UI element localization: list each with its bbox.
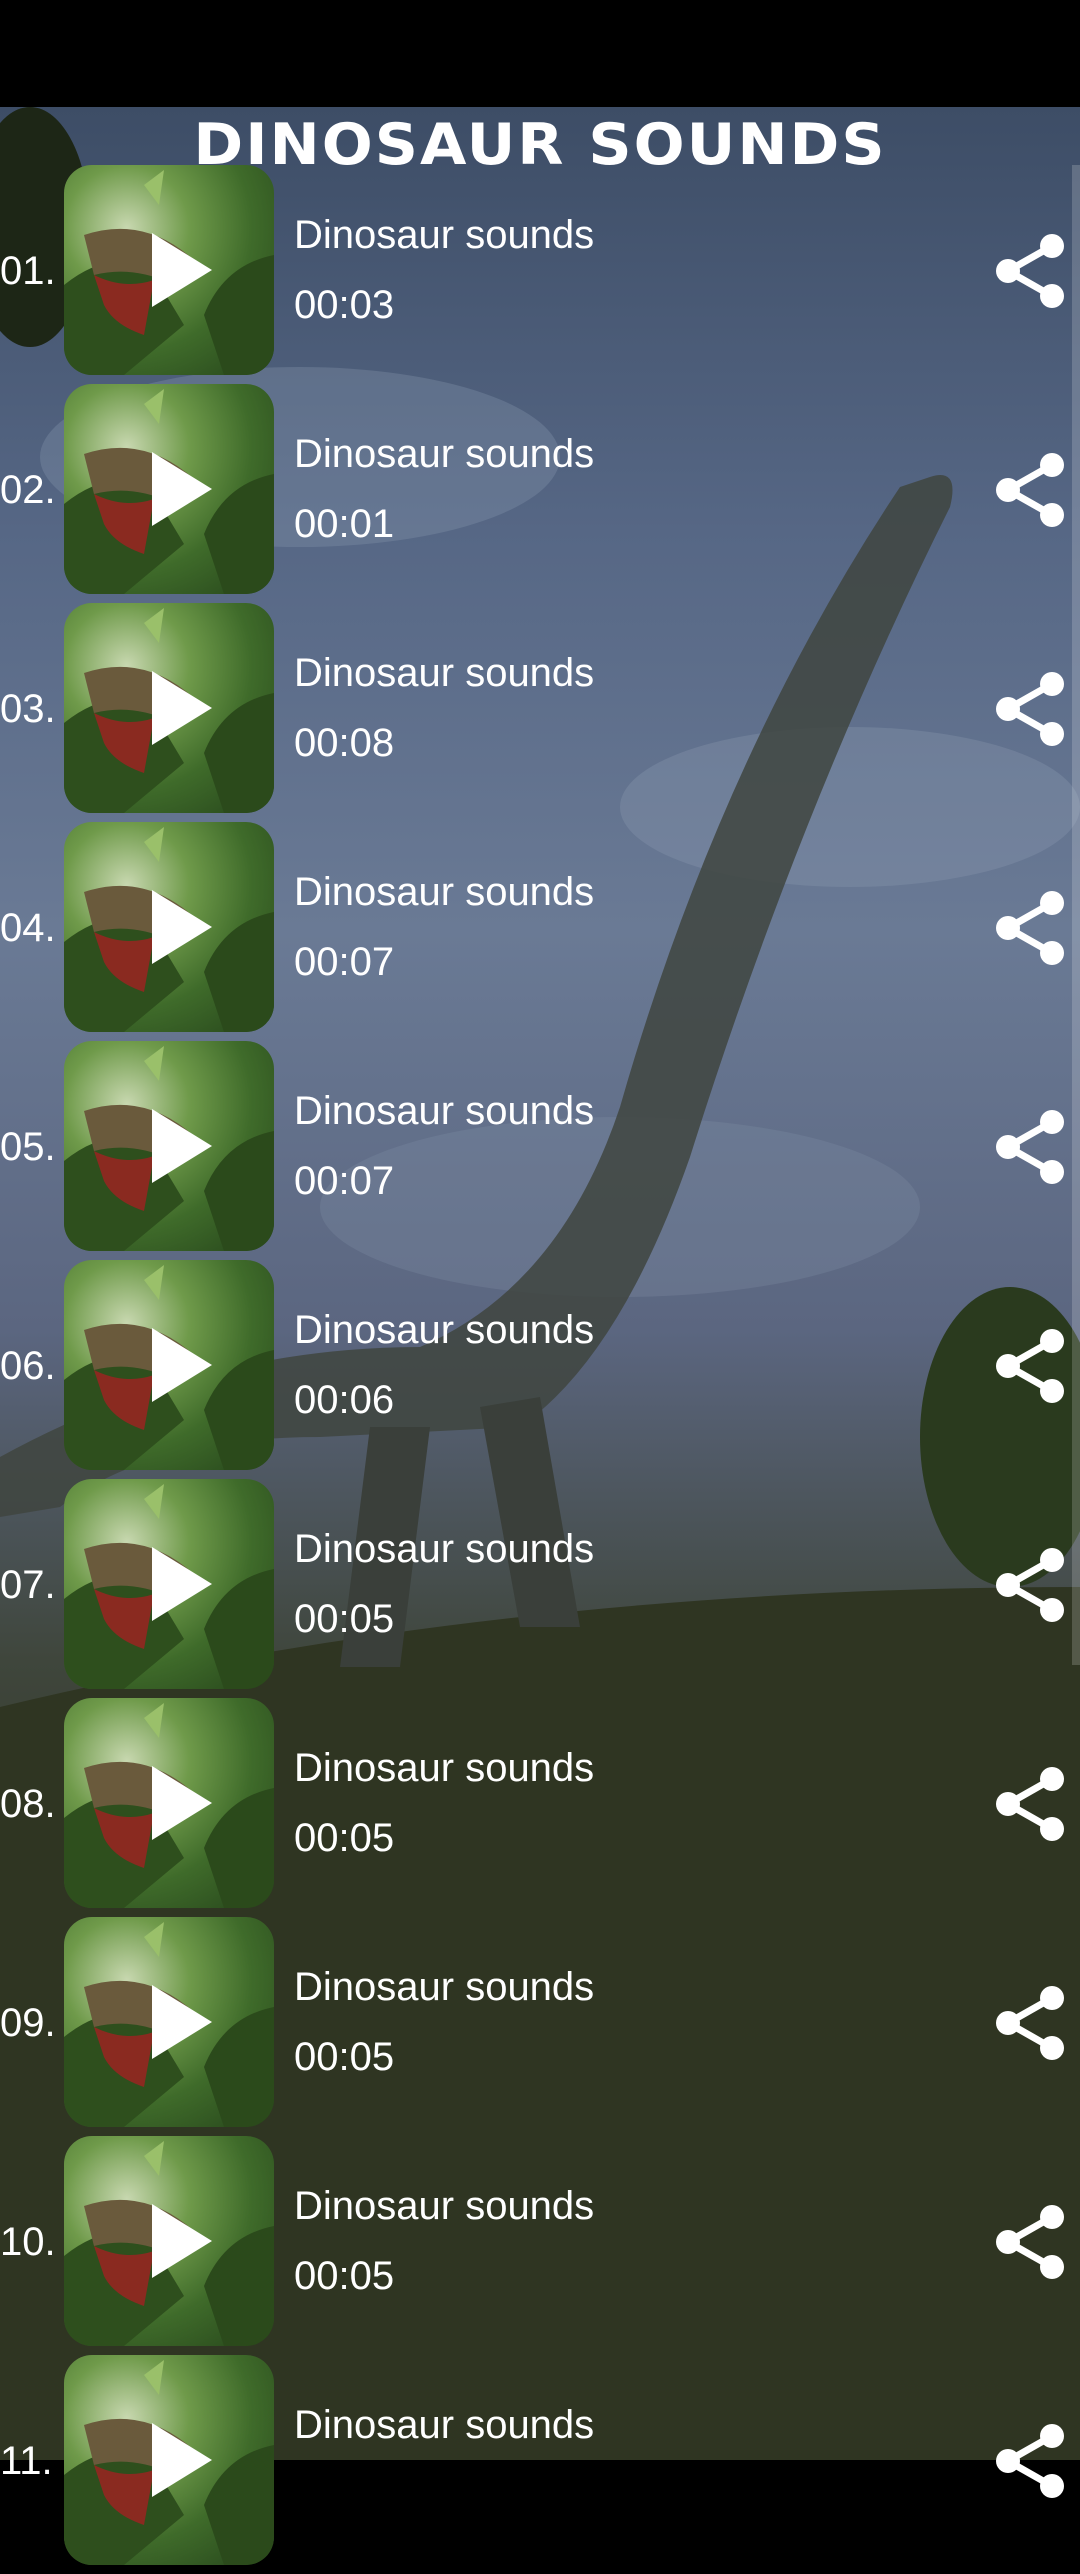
play-button[interactable] (64, 1479, 274, 1689)
sound-name: Dinosaur sounds (294, 213, 595, 257)
sound-name: Dinosaur sounds (294, 1308, 595, 1352)
sound-row[interactable]: 06. Dinosaur sounds 00:06 (0, 1260, 1080, 1479)
play-button[interactable] (64, 822, 274, 1032)
sound-name: Dinosaur sounds (294, 651, 595, 695)
sound-number: 10. (0, 2220, 56, 2264)
share-icon[interactable] (990, 669, 1070, 749)
sound-name: Dinosaur sounds (294, 2184, 595, 2228)
play-button[interactable] (64, 603, 274, 813)
play-icon (152, 890, 212, 964)
sound-row[interactable]: 03. Dinosaur sounds 00:08 (0, 603, 1080, 822)
sound-number: 03. (0, 687, 56, 731)
play-button[interactable] (64, 165, 274, 375)
sound-row[interactable]: 02. Dinosaur sounds 00:01 (0, 384, 1080, 603)
sound-name: Dinosaur sounds (294, 1965, 595, 2009)
sound-name: Dinosaur sounds (294, 870, 595, 914)
sound-number: 01. (0, 249, 56, 293)
sound-duration: 00:05 (294, 2254, 395, 2298)
sound-row[interactable]: 07. Dinosaur sounds 00:05 (0, 1479, 1080, 1698)
share-icon[interactable] (990, 888, 1070, 968)
play-button[interactable] (64, 1041, 274, 1251)
play-button[interactable] (64, 1260, 274, 1470)
sound-duration: 00:07 (294, 1159, 395, 1203)
sound-name: Dinosaur sounds (294, 2403, 595, 2447)
sound-number: 02. (0, 468, 56, 512)
sound-name: Dinosaur sounds (294, 1746, 595, 1790)
play-icon (152, 2204, 212, 2278)
sound-duration: 00:05 (294, 1597, 395, 1641)
sound-number: 11. (0, 2439, 53, 2483)
play-icon (152, 452, 212, 526)
sound-name: Dinosaur sounds (294, 1527, 595, 1571)
sound-duration: 00:05 (294, 1816, 395, 1860)
play-icon (152, 1985, 212, 2059)
play-button[interactable] (64, 1917, 274, 2127)
sound-duration: 00:08 (294, 721, 395, 765)
share-icon[interactable] (990, 1326, 1070, 1406)
sound-name: Dinosaur sounds (294, 432, 595, 476)
share-icon[interactable] (990, 1764, 1070, 1844)
play-button[interactable] (64, 2136, 274, 2346)
sound-number: 04. (0, 906, 56, 950)
sound-number: 07. (0, 1563, 56, 1607)
share-icon[interactable] (990, 2421, 1070, 2501)
sound-duration: 00:05 (294, 2035, 395, 2079)
sound-row[interactable]: 08. Dinosaur sounds 00:05 (0, 1698, 1080, 1917)
share-icon[interactable] (990, 1545, 1070, 1625)
sound-row[interactable]: 05. Dinosaur sounds 00:07 (0, 1041, 1080, 1260)
play-icon (152, 1547, 212, 1621)
sound-duration: 00:07 (294, 940, 395, 984)
sound-name: Dinosaur sounds (294, 1089, 595, 1133)
play-icon (152, 671, 212, 745)
play-icon (152, 1766, 212, 1840)
sound-row[interactable]: 10. Dinosaur sounds 00:05 (0, 2136, 1080, 2355)
sound-number: 05. (0, 1125, 56, 1169)
sound-row[interactable]: 09. Dinosaur sounds 00:05 (0, 1917, 1080, 2136)
sound-row[interactable]: 01. Dinosaur sounds 00:03 (0, 165, 1080, 384)
sound-duration: 00:06 (294, 1378, 395, 1422)
play-icon (152, 1328, 212, 1402)
play-icon (152, 2423, 212, 2497)
share-icon[interactable] (990, 450, 1070, 530)
status-bar (0, 0, 1080, 107)
play-button[interactable] (64, 384, 274, 594)
share-icon[interactable] (990, 1107, 1070, 1187)
sound-number: 06. (0, 1344, 56, 1388)
share-icon[interactable] (990, 231, 1070, 311)
sound-number: 09. (0, 2001, 56, 2045)
share-icon[interactable] (990, 1983, 1070, 2063)
play-button[interactable] (64, 2355, 274, 2565)
sound-row[interactable]: 11. Dinosaur sounds (0, 2355, 1080, 2574)
sound-duration: 00:01 (294, 502, 395, 546)
sound-number: 08. (0, 1782, 56, 1826)
play-button[interactable] (64, 1698, 274, 1908)
share-icon[interactable] (990, 2202, 1070, 2282)
sound-row[interactable]: 04. Dinosaur sounds 00:07 (0, 822, 1080, 1041)
play-icon (152, 1109, 212, 1183)
sound-duration: 00:03 (294, 283, 395, 327)
play-icon (152, 233, 212, 307)
